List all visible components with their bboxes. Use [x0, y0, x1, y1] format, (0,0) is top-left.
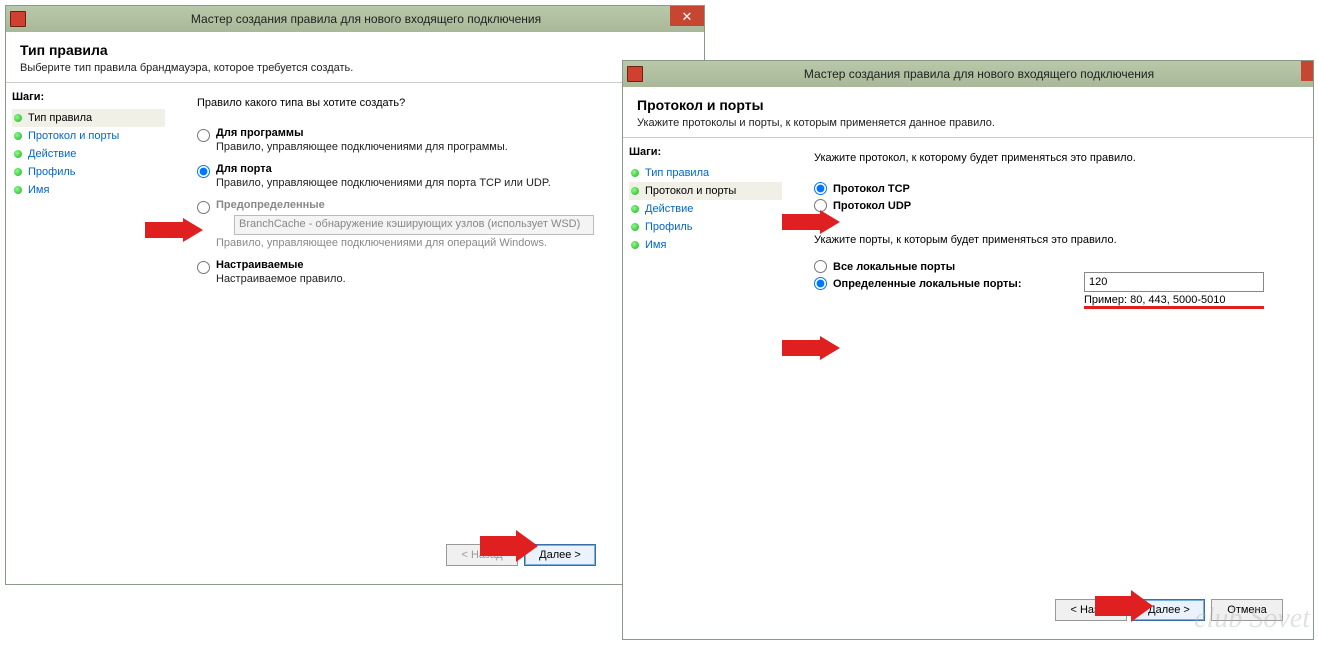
page-title: Тип правила: [20, 42, 690, 58]
wizard-footer: < Назад Далее > Отмена: [814, 591, 1295, 629]
bullet-icon: [14, 150, 22, 158]
steps-sidebar: Шаги: Тип правила Протокол и порты Дейст…: [6, 83, 171, 584]
next-button[interactable]: Далее >: [1133, 599, 1205, 621]
bullet-icon: [14, 168, 22, 176]
close-button[interactable]: [1301, 61, 1313, 81]
content-pane: Укажите протокол, к которому будет приме…: [788, 138, 1313, 639]
option-program[interactable]: Для программы Правило, управляющее подкл…: [197, 127, 686, 153]
radio-specific-ports[interactable]: [814, 277, 827, 290]
steps-sidebar: Шаги: Тип правила Протокол и порты Дейст…: [623, 138, 788, 639]
type-prompt: Правило какого типа вы хотите создать?: [197, 97, 686, 109]
predefined-dropdown[interactable]: BranchCache - обнаружение кэширующих узл…: [234, 215, 594, 235]
wizard-footer: < Назад Далее > Отмена: [197, 536, 686, 574]
option-predefined[interactable]: Предопределенные BranchCache - обнаружен…: [197, 199, 686, 249]
radio-all-ports[interactable]: [814, 260, 827, 273]
window-title: Мастер создания правила для нового входя…: [32, 12, 700, 26]
close-icon: ✕: [682, 10, 693, 23]
highlight-underline: [1084, 306, 1264, 309]
bullet-icon: [631, 205, 639, 213]
bullet-icon: [631, 241, 639, 249]
bullet-icon: [631, 223, 639, 231]
option-predefined-desc: Правило, управляющее подключениями для о…: [216, 237, 686, 249]
firewall-icon: [627, 66, 643, 82]
specific-ports-label: Определенные локальные порты:: [833, 278, 1021, 290]
radio-tcp[interactable]: [814, 182, 827, 195]
radio-custom[interactable]: [197, 261, 210, 274]
option-udp[interactable]: Протокол UDP: [814, 199, 1295, 212]
option-tcp[interactable]: Протокол TCP: [814, 182, 1295, 195]
step-profile[interactable]: Профиль: [629, 218, 782, 236]
ports-prompt: Укажите порты, к которым будет применять…: [814, 234, 1295, 246]
all-ports-label: Все локальные порты: [833, 261, 955, 273]
step-name[interactable]: Имя: [629, 236, 782, 254]
option-port-label: Для порта: [216, 163, 272, 175]
wizard-header: Тип правила Выберите тип правила брандма…: [6, 32, 704, 83]
option-program-label: Для программы: [216, 127, 303, 139]
protocol-prompt: Укажите протокол, к которому будет приме…: [814, 152, 1295, 164]
page-subtitle: Укажите протоколы и порты, к которым при…: [637, 117, 1299, 129]
bullet-icon: [631, 169, 639, 177]
radio-predefined[interactable]: [197, 201, 210, 214]
bullet-icon: [14, 186, 22, 194]
option-custom[interactable]: Настраиваемые Настраиваемое правило.: [197, 259, 686, 285]
step-protocol[interactable]: Протокол и порты: [12, 127, 165, 145]
port-hint: Пример: 80, 443, 5000-5010: [1084, 294, 1295, 306]
back-button[interactable]: < Назад: [1055, 599, 1127, 621]
bullet-icon: [14, 114, 22, 122]
cancel-button[interactable]: Отмена: [1211, 599, 1283, 621]
radio-udp[interactable]: [814, 199, 827, 212]
wizard-header: Протокол и порты Укажите протоколы и пор…: [623, 87, 1313, 138]
page-title: Протокол и порты: [637, 97, 1299, 113]
port-input[interactable]: [1084, 272, 1264, 292]
wizard-window-rule-type: Мастер создания правила для нового входя…: [5, 5, 705, 585]
next-button[interactable]: Далее >: [524, 544, 596, 566]
window-title: Мастер создания правила для нового входя…: [649, 67, 1309, 81]
titlebar: Мастер создания правила для нового входя…: [623, 61, 1313, 87]
udp-label: Протокол UDP: [833, 200, 911, 212]
option-port[interactable]: Для порта Правило, управляющее подключен…: [197, 163, 686, 189]
radio-port[interactable]: [197, 165, 210, 178]
option-program-desc: Правило, управляющее подключениями для п…: [216, 141, 508, 153]
steps-label: Шаги:: [629, 146, 782, 158]
bullet-icon: [631, 187, 639, 195]
step-action[interactable]: Действие: [12, 145, 165, 163]
tcp-label: Протокол TCP: [833, 183, 910, 195]
step-rule-type[interactable]: Тип правила: [629, 164, 782, 182]
step-rule-type[interactable]: Тип правила: [12, 109, 165, 127]
option-port-desc: Правило, управляющее подключениями для п…: [216, 177, 551, 189]
back-button[interactable]: < Назад: [446, 544, 518, 566]
option-custom-label: Настраиваемые: [216, 259, 304, 271]
option-custom-desc: Настраиваемое правило.: [216, 273, 346, 285]
titlebar: Мастер создания правила для нового входя…: [6, 6, 704, 32]
option-predefined-label: Предопределенные: [216, 199, 325, 211]
step-action[interactable]: Действие: [629, 200, 782, 218]
step-profile[interactable]: Профиль: [12, 163, 165, 181]
step-name[interactable]: Имя: [12, 181, 165, 199]
close-button[interactable]: ✕: [670, 6, 704, 26]
step-protocol[interactable]: Протокол и порты: [629, 182, 782, 200]
radio-program[interactable]: [197, 129, 210, 142]
steps-label: Шаги:: [12, 91, 165, 103]
wizard-window-protocol-ports: Мастер создания правила для нового входя…: [622, 60, 1314, 640]
bullet-icon: [14, 132, 22, 140]
page-subtitle: Выберите тип правила брандмауэра, которо…: [20, 62, 690, 74]
firewall-icon: [10, 11, 26, 27]
